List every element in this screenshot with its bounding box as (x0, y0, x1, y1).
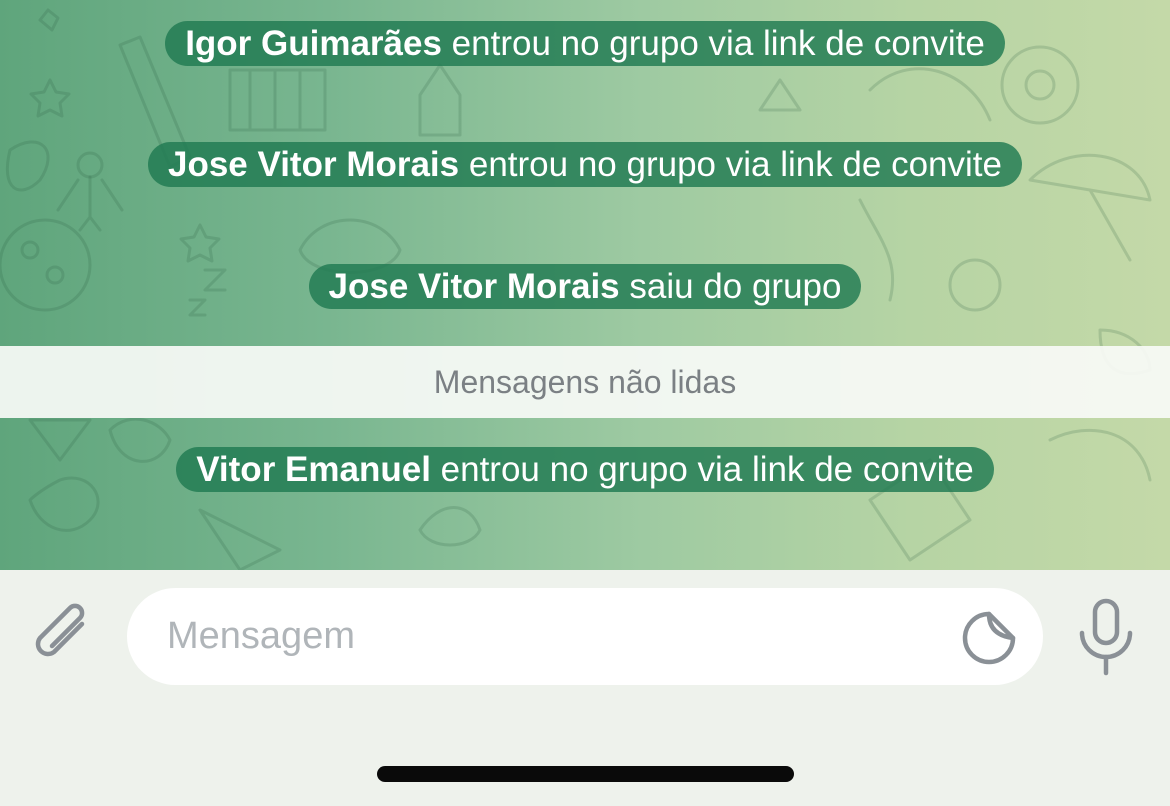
member-name[interactable]: Jose Vitor Morais (168, 145, 459, 184)
service-message-pill: Jose Vitor Morais saiu do grupo (308, 264, 862, 309)
service-message: Igor Guimarães entrou no grupo via link … (0, 20, 1170, 68)
service-message-pill: Vitor Emanuel entrou no grupo via link d… (176, 447, 994, 492)
service-message-pill: Jose Vitor Morais entrou no grupo via li… (148, 142, 1022, 187)
chat-history: Igor Guimarães entrou no grupo via link … (0, 0, 1170, 570)
service-message-text: entrou no grupo via link de convite (441, 24, 985, 63)
sticker-button[interactable] (958, 607, 1020, 669)
service-message-text: saiu do grupo (619, 267, 842, 306)
member-name[interactable]: Jose Vitor Morais (329, 267, 620, 306)
service-message: Jose Vitor Morais saiu do grupo (0, 263, 1170, 311)
unread-messages-divider: Mensagens não lidas (0, 346, 1170, 418)
microphone-icon (1079, 598, 1133, 676)
message-input[interactable]: Mensagem (127, 588, 1043, 685)
message-input-placeholder: Mensagem (167, 615, 355, 657)
service-message-pill: Igor Guimarães entrou no grupo via link … (165, 21, 1005, 66)
service-message-text: entrou no grupo via link de convite (459, 145, 1002, 184)
service-message-text: entrou no grupo via link de convite (430, 450, 974, 489)
member-name[interactable]: Vitor Emanuel (196, 450, 431, 489)
paperclip-icon (35, 603, 85, 657)
home-indicator[interactable] (377, 766, 794, 782)
service-message: Jose Vitor Morais entrou no grupo via li… (0, 141, 1170, 189)
microphone-button[interactable] (1074, 597, 1138, 677)
sticker-icon (962, 611, 1016, 665)
attach-button[interactable] (30, 594, 100, 674)
member-name[interactable]: Igor Guimarães (185, 24, 442, 63)
service-message: Vitor Emanuel entrou no grupo via link d… (0, 446, 1170, 494)
